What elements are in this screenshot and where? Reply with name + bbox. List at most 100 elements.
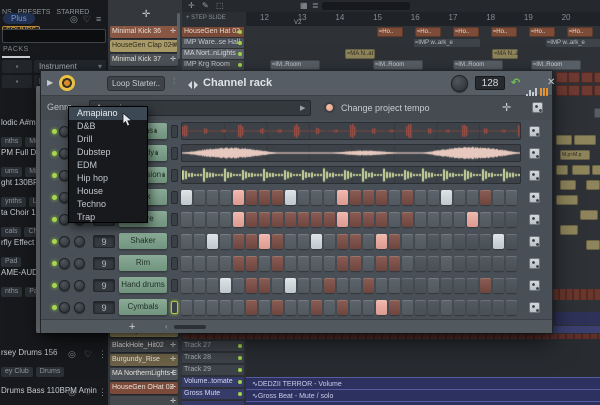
tag-chip[interactable]: cals: [1, 227, 21, 237]
step-cell[interactable]: [441, 300, 452, 315]
volume-knob[interactable]: [74, 236, 85, 247]
step-cell[interactable]: [194, 234, 205, 249]
step-cell[interactable]: [389, 278, 400, 293]
timeline-tick[interactable]: 20: [562, 13, 582, 21]
move-icon[interactable]: ✛: [188, 1, 200, 11]
horizontal-scrollbar[interactable]: [174, 325, 206, 329]
pattern-clip[interactable]: ≈Ho..: [491, 27, 517, 37]
randomize-dice-icon[interactable]: [529, 280, 540, 291]
step-cell[interactable]: [493, 256, 504, 271]
window-title-bar[interactable]: ▶ Loop Starter.. ⁞ Channel rack 128 ↶ ✕: [41, 71, 552, 96]
step-cell[interactable]: [376, 256, 387, 271]
track-header[interactable]: IMP Krg Room: [182, 60, 244, 70]
step-cell[interactable]: [493, 300, 504, 315]
step-cell[interactable]: [259, 190, 270, 205]
step-cell[interactable]: [272, 278, 283, 293]
step-cell[interactable]: [467, 256, 478, 271]
add-channel-button[interactable]: +: [129, 321, 135, 333]
step-cell[interactable]: [207, 212, 218, 227]
timeline-tick[interactable]: 17: [449, 13, 469, 21]
level-display[interactable]: 9: [93, 279, 115, 292]
step-cell[interactable]: [350, 234, 361, 249]
tag-chip[interactable]: nths: [1, 137, 22, 147]
audio-waveform-strip[interactable]: [181, 166, 521, 184]
step-cell[interactable]: [376, 278, 387, 293]
step-cell[interactable]: [480, 300, 491, 315]
step-cell[interactable]: [181, 300, 192, 315]
step-cell[interactable]: [207, 234, 218, 249]
step-cell[interactable]: [272, 190, 283, 205]
step-cell[interactable]: [363, 300, 374, 315]
sound-card[interactable]: rsey Drums 156ey ClubDrums◎♡⋮: [0, 348, 108, 374]
step-cell[interactable]: [259, 234, 270, 249]
play-circle-icon[interactable]: ◎: [68, 349, 76, 360]
dropdown-option-hip-hop[interactable]: Hip hop: [69, 172, 147, 185]
automation-clip[interactable]: ∿DEDZII TERROR - Volume: [246, 377, 600, 389]
list-item[interactable]: HouseGen Clap 02 #2✛: [110, 40, 178, 52]
step-cell[interactable]: [285, 190, 296, 205]
sound-card-tags[interactable]: sDrums: [1, 398, 108, 405]
drag-handle-icon[interactable]: ✛: [170, 340, 176, 352]
step-cell[interactable]: [246, 190, 257, 205]
step-cell[interactable]: [337, 190, 348, 205]
step-cell[interactable]: [233, 300, 244, 315]
step-cell[interactable]: [506, 278, 517, 293]
step-cell[interactable]: [246, 234, 257, 249]
step-cell[interactable]: [467, 212, 478, 227]
heart-icon[interactable]: ♡: [84, 349, 92, 360]
kebab-menu-icon[interactable]: ⋮: [98, 349, 107, 360]
track-header[interactable]: HouseGen Hat 02: [182, 27, 244, 37]
randomize-dice-icon[interactable]: [529, 148, 540, 159]
step-cell[interactable]: [441, 256, 452, 271]
randomize-dice-icon[interactable]: [529, 192, 540, 203]
step-cell[interactable]: [298, 256, 309, 271]
step-cell[interactable]: [337, 300, 348, 315]
step-cell[interactable]: [402, 300, 413, 315]
marquee-icon[interactable]: ⬚: [216, 1, 228, 11]
step-cell[interactable]: [376, 190, 387, 205]
step-cell[interactable]: [428, 234, 439, 249]
mini-clip[interactable]: [560, 225, 578, 235]
pan-knob[interactable]: [59, 258, 70, 269]
step-cell[interactable]: [467, 190, 478, 205]
tag-chip[interactable]: Pad: [1, 257, 21, 267]
step-cell[interactable]: [298, 212, 309, 227]
track-header-partial[interactable]: [182, 401, 244, 405]
loop-starter-button[interactable]: Loop Starter..: [107, 76, 165, 91]
step-cell[interactable]: [181, 256, 192, 271]
track-enable-led[interactable]: [238, 63, 242, 67]
drag-handle-icon[interactable]: ✛: [170, 26, 176, 38]
track-enable-led[interactable]: [238, 356, 242, 360]
automation-clip-partial[interactable]: [246, 401, 600, 405]
channel-select-indicator[interactable]: [171, 235, 178, 248]
step-cell[interactable]: [480, 212, 491, 227]
step-cell[interactable]: [220, 212, 231, 227]
dropdown-option-techno[interactable]: Techno: [69, 198, 147, 211]
mini-clip[interactable]: [592, 165, 600, 175]
pattern-clip[interactable]: ≈MA N..at: [492, 49, 518, 59]
step-cell[interactable]: [285, 234, 296, 249]
pattern-clip[interactable]: ≈IMP w..ark_e: [545, 38, 600, 48]
step-cell[interactable]: [311, 278, 322, 293]
step-cell[interactable]: [207, 300, 218, 315]
channel-button-hand-drums[interactable]: Hand drums: [119, 277, 167, 293]
mini-clip[interactable]: [594, 108, 600, 118]
step-cell[interactable]: [350, 300, 361, 315]
step-cell[interactable]: [298, 190, 309, 205]
mini-clip[interactable]: [560, 180, 576, 190]
channel-led[interactable]: [52, 283, 57, 288]
step-cell[interactable]: [389, 234, 400, 249]
step-cell[interactable]: [376, 212, 387, 227]
play-circle-icon[interactable]: ◎: [68, 387, 76, 398]
step-cell[interactable]: [350, 190, 361, 205]
level-display[interactable]: 9: [93, 257, 115, 270]
channel-led[interactable]: [52, 129, 57, 134]
clip-band-navy2[interactable]: [553, 326, 600, 333]
step-cell[interactable]: [324, 234, 335, 249]
channel-select-indicator[interactable]: [171, 125, 178, 138]
channel-led[interactable]: [52, 151, 57, 156]
step-cell[interactable]: [324, 300, 335, 315]
audio-waveform-strip[interactable]: [181, 122, 521, 140]
step-cell[interactable]: [428, 278, 439, 293]
step-cell[interactable]: [363, 212, 374, 227]
